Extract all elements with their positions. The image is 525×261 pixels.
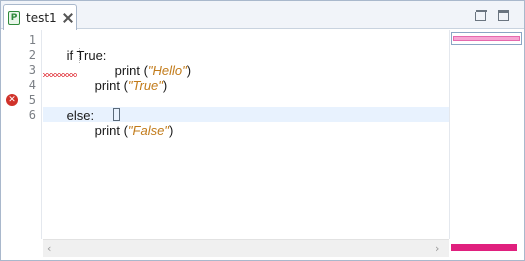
- code-line-3[interactable]: print ("True"): [73, 63, 168, 93]
- scroll-right-icon[interactable]: ›: [435, 242, 439, 255]
- close-icon[interactable]: [63, 13, 73, 23]
- scroll-left-icon[interactable]: ‹: [47, 242, 51, 255]
- overview-error-summary[interactable]: [451, 244, 517, 251]
- bracket-match-cursor: [113, 108, 120, 121]
- line-number-gutter: 1 2 ✕ 3 4 5 6: [2, 30, 42, 239]
- editor-window: P test1 1 2 ✕ 3 4 5 6 if True: print ("H…: [0, 0, 525, 261]
- code-line-1[interactable]: if True:: [45, 33, 107, 63]
- line-number: 2: [28, 48, 36, 62]
- python-file-icon: P: [8, 10, 20, 25]
- editor-tab-bar: P test1: [1, 1, 524, 30]
- line-number: 4: [28, 78, 36, 92]
- tab-label: test1: [26, 10, 57, 25]
- horizontal-scrollbar[interactable]: ‹ ›: [43, 239, 449, 257]
- line-number: 1: [28, 33, 36, 47]
- tab-test1[interactable]: P test1: [3, 4, 77, 30]
- line-number: 5: [28, 93, 36, 107]
- overview-ruler[interactable]: [449, 30, 524, 239]
- code-editor[interactable]: if True: print ("Hello") print ("True") …: [43, 30, 449, 239]
- line-number: 6: [28, 108, 36, 122]
- code-line-5[interactable]: else:: [45, 93, 94, 123]
- error-squiggle: [43, 73, 77, 77]
- minimize-icon[interactable]: [475, 10, 487, 21]
- code-line-6[interactable]: print ("False"): [73, 108, 174, 138]
- error-icon[interactable]: ✕: [6, 94, 18, 106]
- maximize-icon[interactable]: [498, 10, 509, 21]
- overview-error-marker[interactable]: [453, 36, 520, 41]
- code-line-2[interactable]: print ("Hello"): [93, 48, 191, 78]
- line-number: 3: [28, 63, 36, 77]
